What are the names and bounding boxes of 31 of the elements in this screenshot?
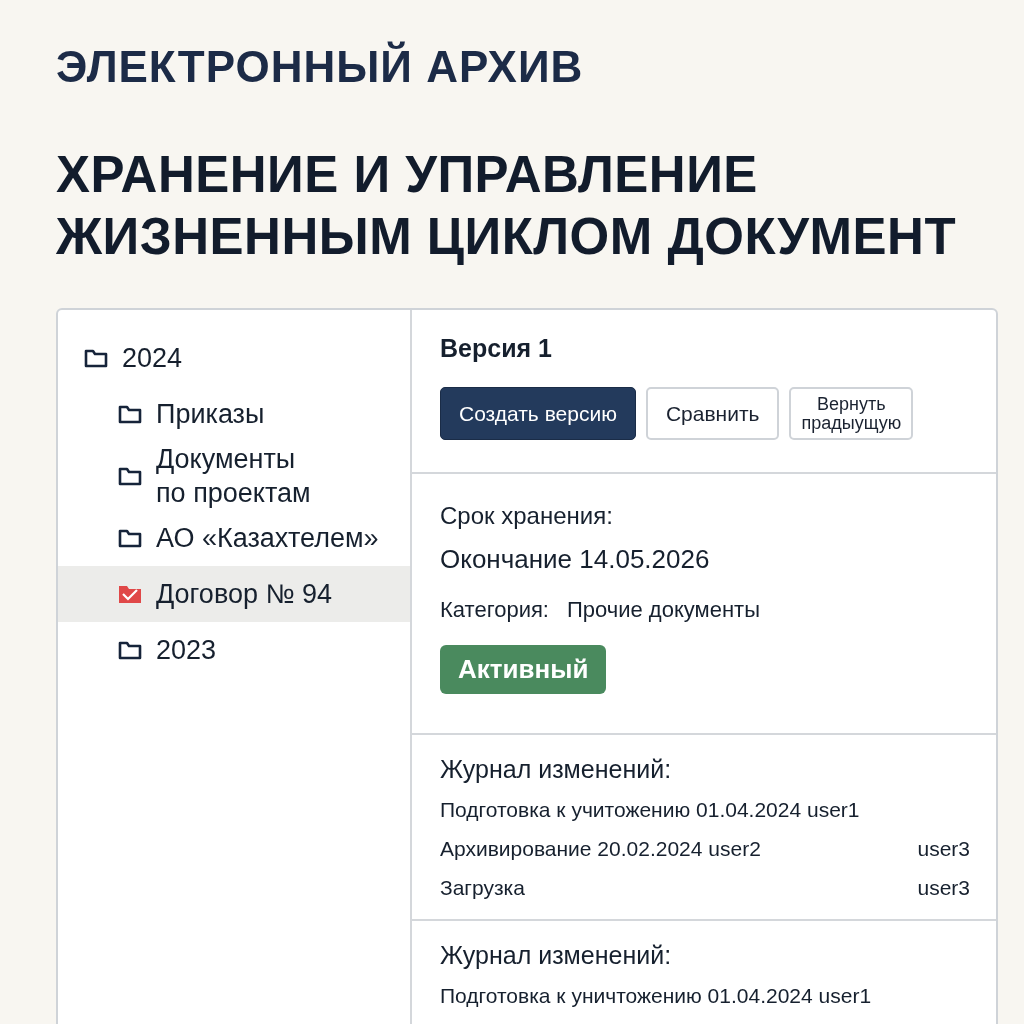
journal-user: user3 [917,875,970,901]
action-button[interactable]: Сравнить [645,387,780,440]
version-title: Версия 1 [440,334,553,363]
journal-entry: Подготовка к уничтожению 01.04.2024 user1 [440,983,872,1009]
folder-icon [118,640,142,660]
action-button[interactable]: Вернуть прадыущую [789,387,914,440]
folder-icon [118,528,142,548]
tree-item[interactable]: Документы по проектам [58,442,410,510]
tree-item[interactable]: АО «Казахтелем» [58,510,410,566]
checked-folder-icon [118,584,142,604]
folder-icon [84,348,108,368]
tree-item[interactable]: Договор № 94 [58,566,410,622]
folder-icon [118,466,142,486]
journal-entry: Подготовка к учитожению 01.04.2024 user1 [440,797,860,823]
page-heading: ХРАНЕНИЕ И УПРАВЛЕНИЕ ЖИЗНЕННЫМ ЦИКЛОМ ДОКУМЕНТ [56,145,958,267]
journal-title: Журнал изменений: [440,755,673,784]
app-title: ЭЛЕКТРОННЫЙ АРХИВ [56,42,585,92]
retention-end-date: Окончание 14.05.2026 [440,544,711,575]
category-value: Прочие документы [566,597,760,623]
category-label: Категория: [440,597,549,623]
retention-label: Срок хранения: [440,502,614,530]
create-version-button[interactable]: Создать версию [440,387,636,440]
status-badge: Активный [440,645,607,694]
journal-entry: Архивирование 20.02.2024 user2 [440,836,761,862]
tree-item[interactable]: Приказы [58,386,410,442]
tree-item[interactable]: 2023 [58,622,410,678]
journal-entry: Загрузка [440,875,525,901]
journal-user: user3 [917,836,970,862]
folder-icon [118,404,142,424]
journal-title: Журнал изменений: [440,941,673,970]
tree-item[interactable]: 2024 [58,330,410,386]
